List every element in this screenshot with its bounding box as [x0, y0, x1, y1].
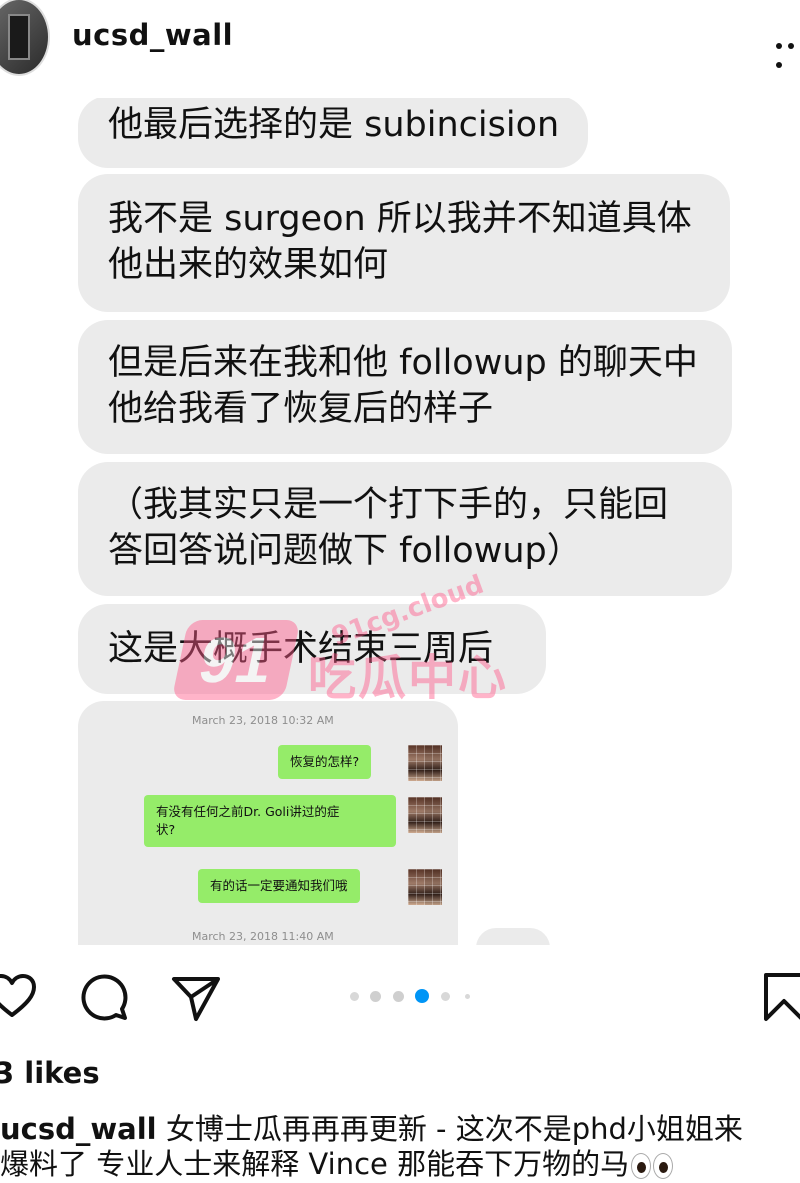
chat-bubble: 我不是 surgeon 所以我并不知道具体 他出来的效果如何 — [78, 174, 730, 312]
carousel-dot-active[interactable] — [415, 989, 429, 1003]
chat-bubble-line: 他最后选择的是 subincision — [108, 105, 560, 145]
chat-bubble: 但是后来在我和他 followup 的聊天中 他给我看了恢复后的样子 — [78, 320, 732, 454]
carousel-dot[interactable] — [370, 991, 381, 1002]
action-bar — [0, 945, 800, 1045]
eye-emoji-icon — [631, 1153, 652, 1179]
chat-bubble: 他最后选择的是 subincision — [78, 98, 588, 168]
chat-timestamp: March 23, 2018 10:32 AM — [192, 714, 334, 727]
caption-line: 爆料了 专业人士来解释 Vince 那能吞下万物的马 — [0, 1141, 674, 1183]
chat-bubble-line: （我其实只是一个打下手的，只能回 — [108, 485, 669, 525]
carousel-dot[interactable] — [350, 992, 359, 1001]
avatar[interactable] — [0, 0, 50, 76]
blurred-avatar — [408, 745, 442, 781]
chat-message: 恢复的怎样? — [278, 745, 372, 779]
chat-bubble-line: 这是大概手术结束三周后 — [108, 629, 494, 669]
heart-icon[interactable] — [0, 971, 38, 1023]
likes-count[interactable]: 3 likes — [0, 1056, 100, 1090]
post-image: 他最后选择的是 subincision 我不是 surgeon 所以我并不知道具… — [0, 98, 800, 945]
chat-bubble-line: 他出来的效果如何 — [108, 245, 389, 285]
chat-message-line: 有没有任何之前Dr. Goli讲过的症 — [156, 804, 340, 819]
username[interactable]: ucsd_wall — [72, 18, 233, 52]
share-icon[interactable] — [170, 971, 222, 1023]
chat-bubble: 这是大概手术结束三周后 — [78, 604, 546, 694]
blurred-avatar — [408, 797, 442, 833]
chat-bubble-line: 我不是 surgeon 所以我并不知道具体 — [108, 199, 692, 239]
chat-message-line: 状? — [156, 822, 176, 837]
chat-bubble-line: 答回答说问题做下 followup） — [108, 531, 582, 571]
blurred-avatar — [408, 869, 442, 905]
carousel-dot[interactable] — [441, 992, 450, 1001]
embedded-chat-screenshot: March 23, 2018 10:32 AM 恢复的怎样? 有没有任何之前Dr… — [78, 701, 458, 945]
chat-bubble-line: 但是后来在我和他 followup 的聊天中 — [108, 343, 698, 383]
bookmark-icon[interactable] — [758, 971, 800, 1023]
chat-bubble-line: 他给我看了恢复后的样子 — [108, 389, 494, 429]
more-options-icon[interactable] — [776, 34, 800, 68]
chat-message: 有没有任何之前Dr. Goli讲过的症 状? — [144, 795, 396, 847]
post-header: ucsd_wall — [0, 0, 800, 98]
carousel-dot[interactable] — [465, 994, 470, 999]
chat-bubble — [476, 928, 550, 945]
chat-message: 有的话一定要通知我们哦 — [198, 869, 360, 903]
carousel-dot[interactable] — [393, 991, 404, 1002]
caption-text: 爆料了 专业人士来解释 Vince 那能吞下万物的马 — [0, 1147, 630, 1181]
eye-emoji-icon — [653, 1153, 674, 1179]
chat-bubble: （我其实只是一个打下手的，只能回 答回答说问题做下 followup） — [78, 462, 732, 596]
comment-icon[interactable] — [78, 971, 130, 1023]
